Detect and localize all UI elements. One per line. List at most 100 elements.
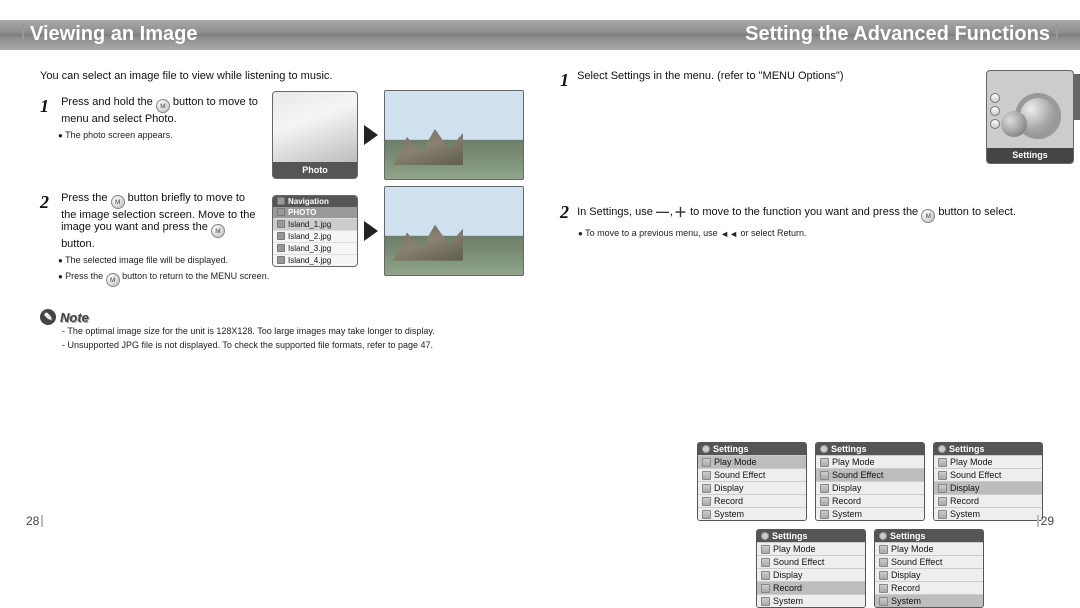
note-line: - The optimal image size for the unit is… bbox=[62, 325, 540, 339]
menu-icon bbox=[820, 484, 829, 493]
gear-icon bbox=[938, 445, 946, 453]
left-step-1: 1 Press and hold the м button to move to… bbox=[40, 96, 540, 142]
menu-icon bbox=[938, 497, 947, 506]
menu-icon bbox=[761, 571, 770, 580]
step1-thumbs: Photo bbox=[272, 90, 524, 180]
side-icons bbox=[989, 77, 1001, 145]
note-heading: ✎ Note bbox=[40, 309, 540, 325]
menu-item[interactable]: Sound Effect bbox=[757, 555, 865, 568]
step-text: Select Settings in the menu. (refer to "… bbox=[577, 70, 917, 82]
device-label: Settings bbox=[987, 148, 1073, 163]
menu-item[interactable]: Record bbox=[934, 494, 1042, 507]
menu-icon bbox=[879, 597, 888, 606]
menu-item[interactable]: Display bbox=[757, 568, 865, 581]
menu-item[interactable]: Play Mode bbox=[816, 455, 924, 468]
arrow-icon bbox=[364, 125, 378, 145]
navigation-panel: Navigation PHOTO Island_1.jpg Island_2.j… bbox=[272, 195, 358, 267]
file-icon bbox=[277, 244, 285, 252]
down-icon bbox=[990, 119, 1000, 129]
menu-item[interactable]: Record bbox=[816, 494, 924, 507]
page-title-right: Setting the Advanced Functions bbox=[745, 23, 1058, 46]
menu-item[interactable]: Play Mode bbox=[757, 542, 865, 555]
menu-icon bbox=[938, 484, 947, 493]
menu-icon bbox=[879, 584, 888, 593]
list-item[interactable]: Island_4.jpg bbox=[273, 254, 357, 266]
left-column: You can select an image file to view whi… bbox=[40, 70, 540, 352]
gear-icon bbox=[702, 445, 710, 453]
list-item[interactable]: Island_1.jpg bbox=[273, 218, 357, 230]
menu-icon bbox=[702, 458, 711, 467]
sample-photo bbox=[384, 90, 524, 180]
menu-item[interactable]: Sound Effect bbox=[875, 555, 983, 568]
menu-icon bbox=[702, 484, 711, 493]
step2-bullet: To move to a previous menu, use ◄◄ or se… bbox=[578, 227, 1060, 241]
menu-item[interactable]: Sound Effect bbox=[934, 468, 1042, 481]
left-step-2: 2 Press the м button briefly to move to … bbox=[40, 192, 540, 288]
menu-item[interactable]: Record bbox=[698, 494, 806, 507]
folder-icon bbox=[277, 208, 285, 216]
menu-icon bbox=[702, 510, 711, 519]
menu-icon bbox=[938, 458, 947, 467]
note-line: - Unsupported JPG file is not displayed.… bbox=[62, 339, 540, 353]
settings-panel: Settings Play Mode Sound Effect Display … bbox=[933, 442, 1043, 521]
menu-item[interactable]: System bbox=[875, 594, 983, 607]
menu-item[interactable]: Play Mode bbox=[698, 455, 806, 468]
menu-icon bbox=[702, 497, 711, 506]
gear-icon bbox=[820, 445, 828, 453]
menu-item[interactable]: Sound Effect bbox=[698, 468, 806, 481]
menu-icon bbox=[938, 471, 947, 480]
step-number: 1 bbox=[560, 70, 574, 91]
menu-item[interactable]: Record bbox=[875, 581, 983, 594]
gear-icon bbox=[761, 532, 769, 540]
right-step-2: 2 In Settings, use —,＋ to move to the fu… bbox=[560, 202, 1060, 241]
menu-item[interactable]: Display bbox=[934, 481, 1042, 494]
arrow-icon bbox=[364, 221, 378, 241]
right-step-1: 1 Select Settings in the menu. (refer to… bbox=[560, 70, 1060, 180]
rewind-icon: ◄◄ bbox=[720, 228, 738, 241]
menu-icon bbox=[820, 471, 829, 480]
page-title-left: Viewing an Image bbox=[22, 23, 197, 46]
note-icon: ✎ bbox=[40, 309, 56, 325]
m-button-icon: м bbox=[106, 273, 120, 287]
gear-icon bbox=[879, 532, 887, 540]
menu-item[interactable]: Sound Effect bbox=[816, 468, 924, 481]
menu-icon bbox=[761, 584, 770, 593]
page-number-left: 28 bbox=[26, 514, 43, 528]
step-number: 2 bbox=[40, 192, 54, 213]
menu-icon bbox=[761, 558, 770, 567]
settings-panel: Settings Play Mode Sound Effect Display … bbox=[756, 529, 866, 608]
menu-item[interactable]: System bbox=[934, 507, 1042, 520]
menu-icon bbox=[938, 510, 947, 519]
m-button-icon: м bbox=[921, 209, 935, 223]
right-column: 1 Select Settings in the menu. (refer to… bbox=[560, 70, 1060, 263]
menu-icon bbox=[879, 545, 888, 554]
settings-panels: Settings Play Mode Sound Effect Display … bbox=[690, 442, 1050, 608]
menu-item[interactable]: Display bbox=[816, 481, 924, 494]
file-icon bbox=[277, 232, 285, 240]
list-item[interactable]: Island_2.jpg bbox=[273, 230, 357, 242]
menu-item[interactable]: System bbox=[698, 507, 806, 520]
menu-item[interactable]: Play Mode bbox=[934, 455, 1042, 468]
menu-icon bbox=[820, 497, 829, 506]
step-text: In Settings, use —,＋ to move to the func… bbox=[577, 202, 1017, 223]
menu-item[interactable]: System bbox=[757, 594, 865, 607]
step2-thumbs: Navigation PHOTO Island_1.jpg Island_2.j… bbox=[272, 186, 524, 276]
menu-item[interactable]: Record bbox=[757, 581, 865, 594]
file-icon bbox=[277, 256, 285, 264]
settings-panel: Settings Play Mode Sound Effect Display … bbox=[815, 442, 925, 521]
list-item[interactable]: Island_3.jpg bbox=[273, 242, 357, 254]
menu-icon bbox=[820, 510, 829, 519]
menu-item[interactable]: Display bbox=[698, 481, 806, 494]
menu-icon bbox=[879, 571, 888, 580]
gear-icon bbox=[1001, 111, 1027, 137]
menu-item[interactable]: Play Mode bbox=[875, 542, 983, 555]
settings-panel: Settings Play Mode Sound Effect Display … bbox=[697, 442, 807, 521]
sample-photo bbox=[384, 186, 524, 276]
menu-item[interactable]: System bbox=[816, 507, 924, 520]
minus-plus-icon: —,＋ bbox=[656, 202, 687, 221]
device-photo-menu: Photo bbox=[272, 91, 358, 179]
menu-item[interactable]: Display bbox=[875, 568, 983, 581]
step-number: 1 bbox=[40, 96, 54, 117]
nav-header: Navigation bbox=[273, 196, 357, 207]
menu-icon bbox=[879, 558, 888, 567]
